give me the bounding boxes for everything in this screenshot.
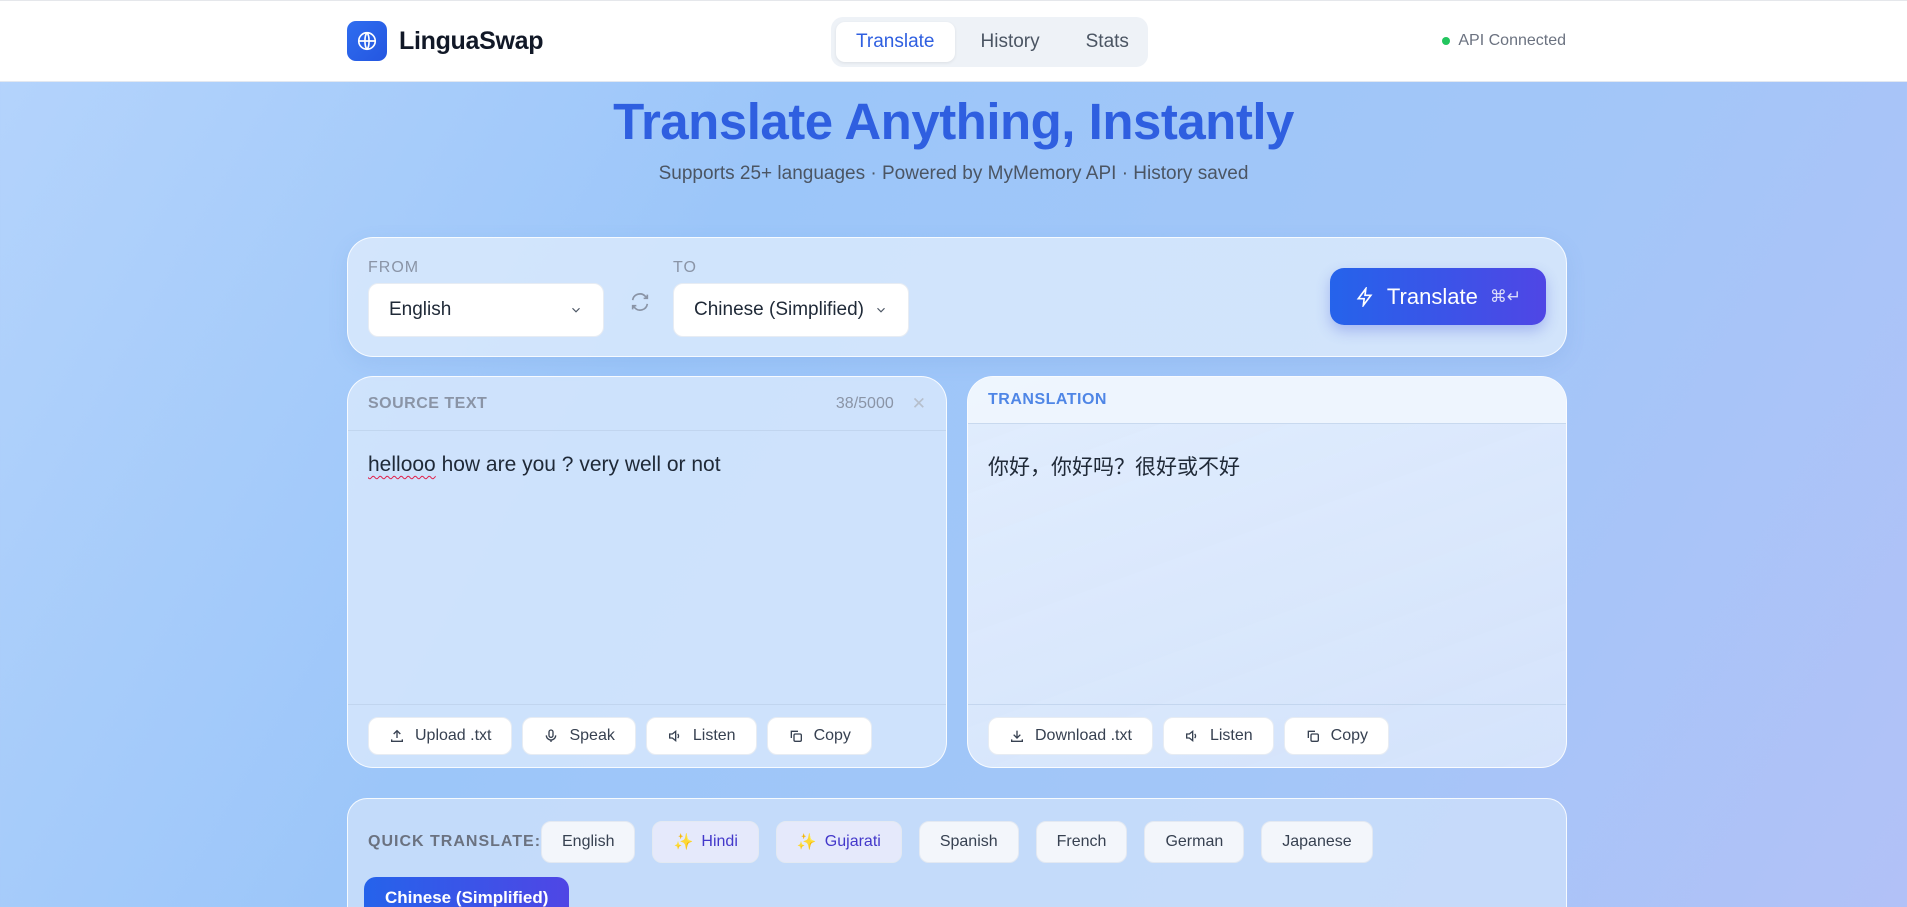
translate-button[interactable]: Translate ⌘↵ [1330,268,1546,325]
quick-translate-label: QUICK TRANSLATE: [368,833,542,850]
quick-language-chips: English ✨ Hindi ✨ Gujarati Spanish Frenc… [541,821,1373,863]
download-icon [1011,730,1023,742]
listen-source-button[interactable]: Listen [645,717,757,755]
page-title: Translate Anything, Instantly [613,93,1294,150]
to-language-value: Chinese (Simplified) [694,299,865,320]
listen-translation-button[interactable]: Listen [1162,717,1274,755]
speaker-icon [1185,729,1197,743]
char-counter: 38/5000 ✕ [836,394,926,414]
to-label: TO [673,259,697,276]
chevron-down-icon [877,307,885,313]
misspelled-word: hellooo [368,453,436,476]
quick-translate-card: QUICK TRANSLATE: English ✨ Hindi ✨ Gujar… [347,798,1567,907]
copy-translation-button[interactable]: Copy [1283,717,1389,755]
translation-panel-header: TRANSLATION [968,377,1566,424]
chip-chinese-simplified[interactable]: Chinese (Simplified) [364,877,570,907]
speak-label: Speak [569,727,615,744]
chip-spanish[interactable]: Spanish [918,821,1019,863]
upload-label: Upload .txt [415,727,492,744]
top-bar: LinguaSwap Translate History Stats API C… [0,0,1907,82]
source-panel: SOURCE TEXT 38/5000 ✕ hellooo how are yo… [347,376,947,768]
main-nav: Translate History Stats [831,17,1148,67]
shortcut-hint: ⌘↵ [1489,286,1522,306]
listen-label: Listen [1209,727,1253,744]
source-textarea[interactable]: hellooo how are you ? very well or not [348,431,946,707]
copy-icon [1307,730,1319,742]
translation-panel: TRANSLATION 你好，你好吗？很好或不好 Download .txt L… [967,376,1567,768]
chip-gujarati[interactable]: ✨ Gujarati [775,821,902,863]
sparkle-icon: ✨ [796,834,817,851]
microphone-icon [546,729,557,742]
tab-translate[interactable]: Translate [836,22,955,62]
globe-icon [347,21,387,61]
swap-languages-button[interactable] [626,288,654,316]
download-button[interactable]: Download .txt [988,717,1153,755]
tab-history[interactable]: History [961,22,1060,62]
chip-label: Hindi [701,833,738,850]
source-actions: Upload .txt Speak Listen Copy [348,704,946,767]
from-language-select[interactable]: English [368,283,604,337]
source-text: how are you ? very well or not [435,453,721,476]
chip-hindi[interactable]: ✨ Hindi [652,821,759,863]
translation-output: 你好，你好吗？很好或不好 [988,455,1240,479]
translation-title: TRANSLATION [988,391,1107,408]
chip-english[interactable]: English [541,821,636,863]
chip-french[interactable]: French [1035,821,1128,863]
copy-label: Copy [1330,727,1368,744]
from-label: FROM [368,259,420,276]
upload-icon [391,729,403,742]
chevron-down-icon [572,307,580,313]
status-text: API Connected [1458,32,1566,49]
app-name: LinguaSwap [399,26,544,55]
speaker-icon [668,729,680,743]
api-status: API Connected [1442,32,1566,50]
upload-button[interactable]: Upload .txt [368,717,513,755]
lightning-icon [1356,286,1373,307]
copy-label: Copy [813,727,851,744]
to-language-select[interactable]: Chinese (Simplified) [673,283,909,337]
from-language-value: English [389,299,452,320]
copy-source-button[interactable]: Copy [766,717,872,755]
chip-label: Gujarati [824,833,881,850]
language-selector-card: FROM English TO Chinese (Simplified) Tra… [347,237,1567,357]
sparkle-icon: ✨ [673,834,694,851]
chip-german[interactable]: German [1144,821,1245,863]
translate-button-label: Translate [1386,283,1478,309]
speak-button[interactable]: Speak [522,717,636,755]
tab-stats[interactable]: Stats [1066,22,1149,62]
copy-icon [790,730,802,742]
page-subtitle: Supports 25+ languages · Powered by MyMe… [658,163,1249,184]
chip-japanese[interactable]: Japanese [1261,821,1373,863]
swap-icon [631,293,649,311]
clear-icon[interactable]: ✕ [912,394,926,414]
listen-label: Listen [692,727,736,744]
brand[interactable]: LinguaSwap [347,21,544,61]
source-title: SOURCE TEXT [368,394,488,412]
translation-actions: Download .txt Listen Copy [968,704,1566,767]
download-label: Download .txt [1035,727,1132,744]
status-dot-icon [1442,37,1451,45]
char-count: 38/5000 [835,394,894,412]
source-panel-header: SOURCE TEXT 38/5000 ✕ [348,377,946,431]
